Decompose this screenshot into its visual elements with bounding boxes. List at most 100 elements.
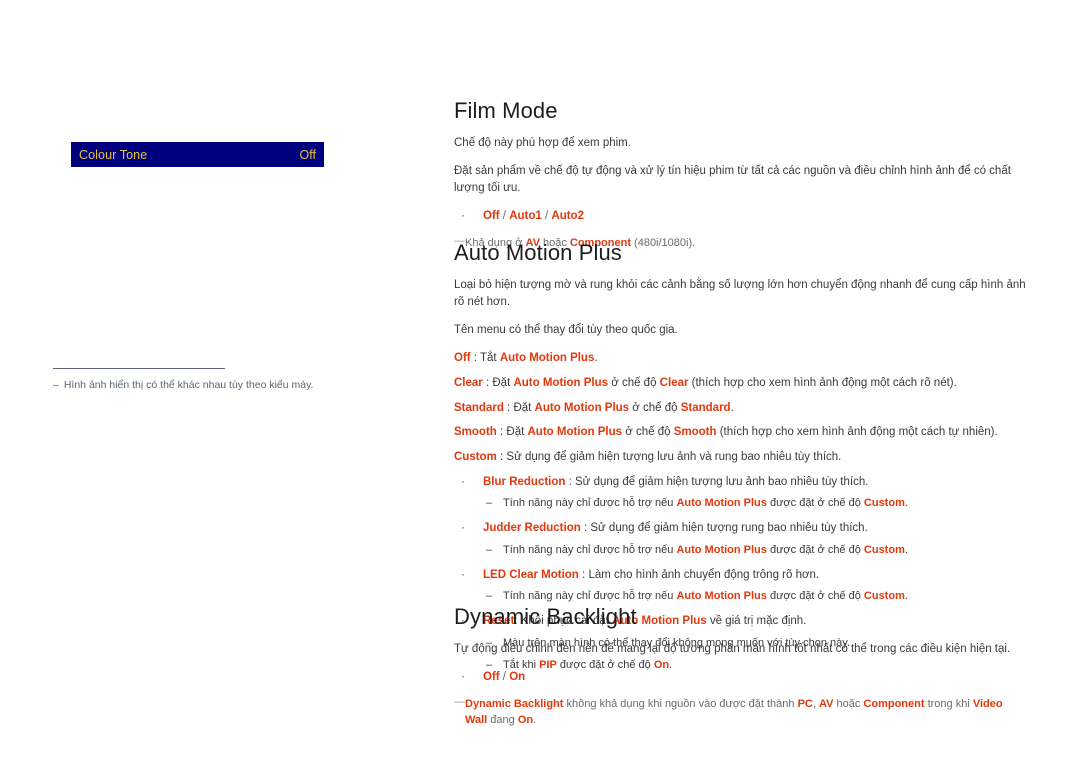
amp-paragraph-2: Tên menu có thể thay đổi tùy theo quốc g… [454, 324, 678, 337]
amp-clear-k1: Auto Motion Plus [513, 376, 609, 389]
footnote-divider [53, 368, 225, 369]
page-title-dynamic-backlight: Dynamic Backlight [454, 604, 637, 629]
amp-smooth-sep: : [496, 426, 507, 439]
amp-custom-sep: : [496, 450, 507, 463]
amp-clear-t1: Đặt [492, 376, 514, 389]
option-off: Off [483, 671, 500, 684]
keyword-dynamic-backlight: Dynamic Backlight [465, 698, 564, 711]
dash-marker: – [486, 590, 493, 603]
amp-judder-sep: : [580, 522, 591, 535]
amp-off-t2: . [594, 352, 598, 365]
dyn-fn-t3: hoặc [833, 698, 864, 711]
note-t3: . [904, 590, 908, 603]
osd-menu-row-colour-tone[interactable]: Colour Tone Off [71, 142, 324, 167]
dyn-footnote-text: Dynamic Backlight không khả dụng khi ngu… [465, 697, 1026, 729]
left-illustration-column: Colour Tone Off – Hình ảnh hiển thị có t… [0, 0, 430, 763]
note-t3: . [904, 497, 908, 510]
note-t2: được đặt ở chế độ [766, 590, 864, 603]
amp-judder-key: Judder Reduction [483, 522, 581, 535]
amp-smooth-t2: ở chế độ [622, 426, 674, 439]
keyword-pc: PC [797, 698, 813, 711]
amp-item-led-clear-motion: · LED Clear Motion : Làm cho hình ảnh ch… [454, 567, 1026, 584]
amp-blur-key: Blur Reduction [483, 475, 566, 488]
keyword-av: AV [818, 698, 834, 711]
amp-clear-k2: Clear [659, 376, 689, 389]
osd-menu-value: Off [299, 147, 316, 162]
amp-led-sep: : [578, 568, 589, 581]
amp-smooth-t3: (thích hợp cho xem hình ảnh động một các… [716, 426, 998, 439]
note-k1: Auto Motion Plus [676, 590, 767, 603]
amp-off-t1: Tắt [480, 352, 500, 365]
amp-item-blur-reduction: · Blur Reduction : Sử dụng để giảm hiện … [454, 474, 1026, 491]
amp-off-sep: : [470, 352, 480, 365]
dyn-fn-t1: không khả dụng khi nguồn vào được đặt th… [563, 698, 798, 711]
note-t3: . [904, 543, 908, 556]
amp-standard-k1: Auto Motion Plus [534, 401, 630, 414]
amp-def-off: Off : Tắt Auto Motion Plus. [454, 350, 1026, 367]
dyn-fn-t6: . [533, 713, 537, 726]
amp-key-custom: Custom [454, 450, 497, 463]
amp-key-clear: Clear [454, 376, 483, 389]
option-off: Off [483, 210, 500, 223]
amp-smooth-k2: Smooth [673, 426, 717, 439]
note-k1: Auto Motion Plus [676, 497, 767, 510]
footnote-dash-icon: — [454, 696, 465, 709]
amp-def-standard: Standard : Đặt Auto Motion Plus ở chế độ… [454, 400, 1026, 417]
amp-standard-t3: . [730, 401, 734, 414]
option-auto1: Auto1 [509, 210, 542, 223]
bullet-marker: · [461, 522, 465, 535]
film-mode-paragraph-1: Chế độ này phù hợp để xem phim. [454, 137, 631, 150]
bullet-marker: · [461, 210, 465, 223]
amp-led-key: LED Clear Motion [483, 568, 579, 581]
note-t2: được đặt ở chế độ [766, 543, 864, 556]
amp-def-smooth: Smooth : Đặt Auto Motion Plus ở chế độ S… [454, 424, 1026, 441]
option-on: On [509, 671, 526, 684]
note-k2: Custom [863, 497, 905, 510]
dyn-footnote: — Dynamic Backlight không khả dụng khi n… [454, 697, 1026, 729]
amp-key-off: Off [454, 352, 471, 365]
left-footnote: – Hình ảnh hiển thị có thể khác nhau tùy… [53, 378, 353, 392]
amp-clear-t2: ở chế độ [608, 376, 660, 389]
amp-standard-k2: Standard [680, 401, 731, 414]
amp-blur-sep: : [565, 475, 576, 488]
film-mode-options-bullet: · Off / Auto1 / Auto2 [454, 208, 1026, 225]
amp-key-smooth: Smooth [454, 426, 497, 439]
dyn-options: Off / On [483, 669, 525, 686]
amp-note-blur-custom: – Tính năng này chỉ được hỗ trợ nếu Auto… [454, 496, 1026, 512]
footnote-dash-marker: – [53, 379, 59, 391]
bullet-marker: · [461, 671, 465, 684]
amp-smooth-k1: Auto Motion Plus [527, 426, 623, 439]
osd-menu-label: Colour Tone [79, 147, 148, 162]
section-dynamic-backlight: Dynamic Backlight Tự động điều chỉnh đèn… [454, 604, 1026, 729]
amp-smooth-t1: Đặt [506, 426, 528, 439]
option-separator: / [499, 210, 510, 223]
bullet-marker: · [461, 475, 465, 488]
amp-clear-t3: (thích hợp cho xem hình ảnh động một các… [688, 376, 957, 389]
film-mode-options: Off / Auto1 / Auto2 [483, 208, 584, 225]
dash-marker: – [486, 497, 493, 510]
amp-def-custom: Custom : Sử dụng để giảm hiện tượng lưu … [454, 449, 1026, 466]
amp-custom-t1: Sử dụng để giảm hiện tượng lưu ảnh và ru… [506, 450, 842, 463]
amp-blur-text: Sử dụng để giảm hiện tượng lưu ảnh bao n… [575, 475, 869, 488]
note-k2: Custom [863, 543, 905, 556]
page-title-film-mode: Film Mode [454, 98, 558, 123]
note-k2: Custom [863, 590, 905, 603]
amp-note-judder-custom: – Tính năng này chỉ được hỗ trợ nếu Auto… [454, 543, 1026, 559]
page-title-auto-motion-plus: Auto Motion Plus [454, 240, 622, 265]
note-t1: Tính năng này chỉ được hỗ trợ nếu [503, 497, 677, 510]
amp-off-k1: Auto Motion Plus [499, 352, 595, 365]
dyn-paragraph-1: Tự động điều chỉnh đèn nền để mang lại đ… [454, 643, 1011, 656]
dash-marker: – [486, 543, 493, 556]
left-footnote-block: – Hình ảnh hiển thị có thể khác nhau tùy… [53, 368, 353, 392]
film-mode-paragraph-2: Đặt sản phẩm về chế độ tự động và xử lý … [454, 165, 1011, 195]
keyword-component: Component [863, 698, 925, 711]
keyword-on: On [517, 713, 534, 726]
option-separator: / [499, 671, 510, 684]
amp-judder-text: Sử dụng để giảm hiện tượng rung bao nhiê… [590, 522, 868, 535]
note-t1: Tính năng này chỉ được hỗ trợ nếu [503, 543, 677, 556]
option-auto2: Auto2 [551, 210, 584, 223]
amp-led-text: Làm cho hình ảnh chuyển động trông rõ hơ… [588, 568, 820, 581]
footnote-text: Hình ảnh hiển thị có thể khác nhau tùy t… [63, 379, 314, 391]
section-film-mode: Film Mode Chế độ này phù hợp để xem phim… [454, 98, 1026, 252]
amp-definition-list: Off : Tắt Auto Motion Plus. Clear : Đặt … [454, 350, 1026, 465]
